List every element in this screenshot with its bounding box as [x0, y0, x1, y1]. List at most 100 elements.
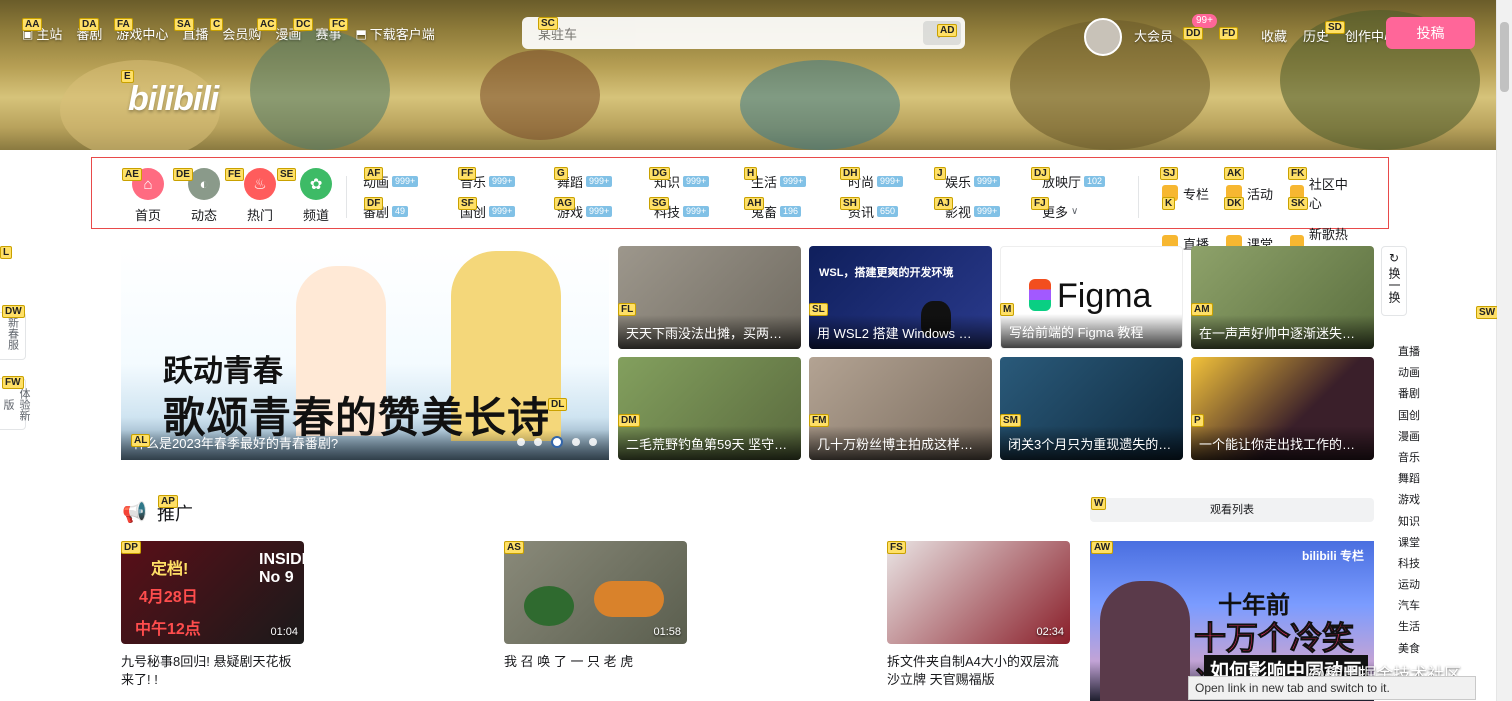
category-item[interactable]: 漫画: [1388, 428, 1436, 449]
hint-tag: DE: [173, 168, 193, 181]
hint-tag: M: [1000, 303, 1015, 316]
category-item[interactable]: 生活: [1388, 618, 1436, 639]
hint-tag: FL: [618, 303, 637, 316]
hint-tag: AM: [1191, 303, 1213, 316]
channel-link[interactable]: 时尚 999+: [848, 173, 945, 190]
hint-tag: AA: [22, 18, 43, 31]
category-item[interactable]: 直播: [1388, 343, 1436, 364]
category-item[interactable]: 音乐: [1388, 449, 1436, 470]
chevron-down-icon: ∨: [1071, 205, 1079, 217]
channel-link[interactable]: 生活 999+: [751, 173, 848, 190]
hint-tag: DG: [649, 167, 670, 180]
hint-tag: P: [1191, 414, 1204, 427]
nav-vip[interactable]: 大会员: [1134, 26, 1173, 45]
channel-link[interactable]: 放映厅 102: [1042, 173, 1139, 190]
carousel-caption[interactable]: 什么是2023年春季最好的青春番剧?: [133, 433, 338, 452]
video-thumbnail[interactable]: 定档! 4月28日 中午12点 INSIDE No 9 01:04: [121, 541, 304, 644]
channel-link[interactable]: 娱乐 999+: [945, 173, 1042, 190]
carousel-dots: [517, 436, 597, 448]
hint-tag: SC: [538, 17, 558, 30]
hint-tag: AK: [1224, 167, 1245, 180]
carousel[interactable]: 跃动青春 歌颂青春的赞美长诗 什么是2023年春季最好的青春番剧?: [121, 246, 609, 460]
bilibili-logo[interactable]: bilibili: [128, 80, 219, 119]
left-float-tab[interactable]: 新春服: [0, 312, 26, 360]
hint-tag: AG: [554, 197, 575, 210]
feed-card[interactable]: WSL，搭建更爽的开发环境 用 WSL2 搭建 Windows 上…: [809, 246, 992, 349]
fire-icon: ♨: [244, 168, 276, 200]
feed-card[interactable]: 二毛荒野钓鱼第59天 坚守…: [618, 357, 801, 460]
vertical-scrollbar[interactable]: [1496, 0, 1512, 701]
feed-card[interactable]: 天天下雨没法出摊，买两斤…: [618, 246, 801, 349]
search-input[interactable]: [536, 24, 920, 44]
hint-tag: FM: [809, 414, 830, 427]
video-title[interactable]: 九号秘事8回归! 悬疑剧天花板来了! !: [121, 653, 304, 689]
bilibili-homepage: ▣ 主站 番剧 游戏中心 直播 会员购 漫画 赛事 ⬒ 下载客户端 AA DA FA…: [0, 0, 1497, 701]
character-illustration: [1100, 581, 1190, 701]
nav-download-client[interactable]: ⬒ 下载客户端: [355, 24, 434, 43]
hint-tag: FF: [458, 167, 477, 180]
video-title[interactable]: 拆文件夹自制A4大小的双层流沙立牌 天官赐福版: [887, 653, 1070, 689]
hint-tag: SG: [649, 197, 670, 210]
avatar[interactable]: [1084, 18, 1122, 56]
video-title[interactable]: 我 召 唤 了 一 只 老 虎: [504, 653, 687, 671]
watchlist-button[interactable]: 观看列表: [1090, 498, 1374, 522]
category-item[interactable]: 汽车: [1388, 597, 1436, 618]
hint-tag: SL: [809, 303, 828, 316]
category-sidebar: 直播 动画 番剧 国创 漫画 音乐 舞蹈 游戏 知识 课堂 科技 运动 汽车 生…: [1388, 343, 1436, 661]
channel-link[interactable]: 影视 999+: [945, 203, 1042, 220]
feed-card[interactable]: 在一声声好帅中逐渐迷失了…: [1191, 246, 1374, 349]
hint-tag: FC: [329, 18, 349, 31]
category-item[interactable]: 动画: [1388, 364, 1436, 385]
category-item[interactable]: 运动: [1388, 576, 1436, 597]
video-thumbnail[interactable]: 02:34: [887, 541, 1070, 644]
download-icon: ⬒: [355, 26, 367, 41]
hint-tag: SD: [1325, 21, 1345, 34]
hint-tag: DF: [364, 197, 384, 210]
feed-card[interactable]: 闭关3个月只为重现遗失的…: [1000, 357, 1183, 460]
quick-channels[interactable]: ✿ 频道: [299, 168, 333, 224]
carousel-dot[interactable]: [589, 438, 597, 446]
feed-card[interactable]: Figma 写给前端的 Figma 教程: [1000, 246, 1183, 349]
megaphone-icon: 📢: [122, 502, 147, 524]
video-thumbnail[interactable]: 01:58: [504, 541, 687, 644]
channel-icon: ✿: [300, 168, 332, 200]
hint-tag: AJ: [934, 197, 953, 210]
channel-link[interactable]: 舞蹈 999+: [557, 173, 654, 190]
category-item[interactable]: 知识: [1388, 513, 1436, 534]
quick-popular[interactable]: ♨ 热门: [243, 168, 277, 224]
category-item[interactable]: 美食: [1388, 640, 1436, 661]
category-item[interactable]: 番剧: [1388, 385, 1436, 406]
upload-button[interactable]: 投稿: [1386, 17, 1475, 49]
nav-favorites[interactable]: 收藏: [1261, 26, 1287, 45]
category-item[interactable]: 游戏: [1388, 491, 1436, 512]
category-item[interactable]: 国创: [1388, 407, 1436, 428]
hint-tag: DP: [121, 541, 141, 554]
feed-card[interactable]: 几十万粉丝博主拍成这样，…: [809, 357, 992, 460]
channel-more[interactable]: 更多 ∨: [1042, 203, 1139, 220]
hint-tag: SK: [1288, 197, 1308, 210]
carousel-dot[interactable]: [572, 438, 580, 446]
channel-link[interactable]: 鬼畜 196: [751, 203, 848, 220]
carousel-dot-active[interactable]: [551, 436, 563, 448]
divider: [346, 176, 347, 218]
carousel-dot[interactable]: [534, 438, 542, 446]
carousel-dot[interactable]: [517, 438, 525, 446]
hint-tag: AS: [504, 541, 524, 554]
hint-tag: DD: [1183, 27, 1204, 40]
scrollbar-thumb[interactable]: [1500, 22, 1509, 92]
feed-card[interactable]: 一个能让你走出找工作的困…: [1191, 357, 1374, 460]
hint-tag: SM: [1000, 414, 1021, 427]
channel-link[interactable]: 资讯 650: [848, 203, 945, 220]
nav-shop[interactable]: 会员购: [222, 24, 261, 43]
hint-tag: FA: [114, 18, 133, 31]
category-item[interactable]: 舞蹈: [1388, 470, 1436, 491]
hint-tag: DW: [2, 305, 25, 318]
status-bar: Open link in new tab and switch to it.: [1188, 676, 1476, 700]
search-box: ⌕: [522, 17, 965, 49]
hint-tag: FE: [225, 168, 244, 181]
category-item[interactable]: 科技: [1388, 555, 1436, 576]
category-item[interactable]: 课堂: [1388, 534, 1436, 555]
refresh-button[interactable]: ↻ 换一换: [1381, 246, 1407, 316]
hint-tag: DC: [293, 18, 314, 31]
hint-tag: DM: [618, 414, 640, 427]
